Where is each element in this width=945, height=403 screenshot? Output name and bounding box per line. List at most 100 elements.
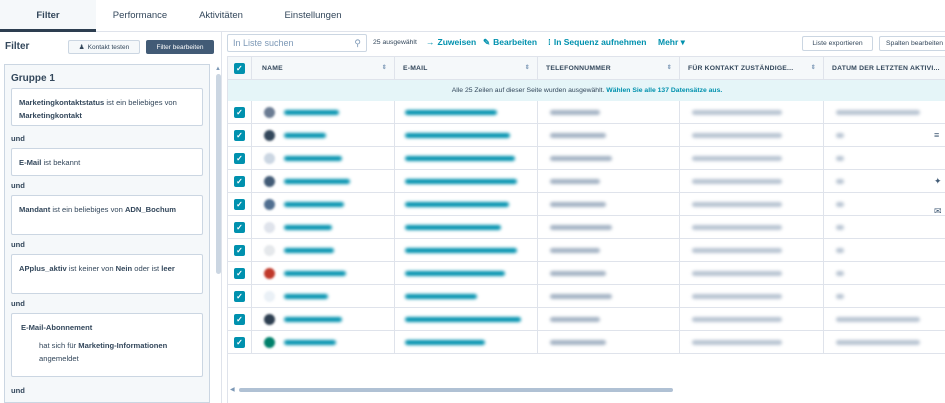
scroll-left-icon[interactable]: ◀: [230, 386, 235, 393]
filter-scrollbar[interactable]: ▲: [214, 66, 222, 400]
cell-name[interactable]: [252, 216, 395, 239]
column-header[interactable]: E-MAIL ⇕: [395, 57, 538, 80]
table-row[interactable]: ✓: [228, 331, 945, 354]
table-row[interactable]: ✓: [228, 239, 945, 262]
blurred-contact-name[interactable]: [284, 248, 334, 253]
row-checkbox[interactable]: ✓: [234, 291, 245, 302]
search-icon[interactable]: ⚲: [354, 38, 361, 49]
blurred-contact-name[interactable]: [284, 225, 332, 230]
cell-email[interactable]: [395, 308, 538, 331]
cell-name[interactable]: [252, 101, 395, 124]
row-checkbox[interactable]: ✓: [234, 268, 245, 279]
table-horizontal-scrollbar[interactable]: ◀: [227, 385, 945, 395]
column-header[interactable]: TELEFONNUMMER ⇕: [538, 57, 680, 80]
sort-icon[interactable]: ⇕: [525, 57, 530, 80]
mehr-action[interactable]: Mehr ▾: [658, 37, 685, 48]
cell-name[interactable]: [252, 124, 395, 147]
cell-name[interactable]: [252, 331, 395, 354]
bearbeiten-action[interactable]: ✎ Bearbeiten: [483, 37, 537, 48]
blurred-email[interactable]: [405, 202, 509, 207]
cell-email[interactable]: [395, 239, 538, 262]
cell-email[interactable]: [395, 124, 538, 147]
edit-columns-button[interactable]: Spalten bearbeiten: [879, 36, 945, 51]
blurred-contact-name[interactable]: [284, 110, 339, 115]
cell-name[interactable]: [252, 193, 395, 216]
select-all-records-link[interactable]: Wählen Sie alle 137 Datensätze aus.: [606, 87, 722, 94]
blurred-email[interactable]: [405, 248, 517, 253]
blurred-email[interactable]: [405, 271, 505, 276]
export-list-button[interactable]: Liste exportieren: [802, 36, 873, 51]
grid-icon[interactable]: ≡: [934, 130, 939, 140]
chat-icon[interactable]: ✉: [934, 206, 942, 217]
cell-email[interactable]: [395, 216, 538, 239]
filter-condition[interactable]: Mandant ist ein beliebiges von ADN_Bochu…: [11, 195, 203, 235]
sort-icon[interactable]: ⇕: [382, 57, 387, 80]
sparkle-icon[interactable]: ✦: [934, 176, 942, 187]
column-header[interactable]: FÜR KONTAKT ZUSTÄNDIGE... ⇕: [680, 57, 824, 80]
cell-email[interactable]: [395, 147, 538, 170]
blurred-contact-name[interactable]: [284, 133, 326, 138]
row-checkbox[interactable]: ✓: [234, 314, 245, 325]
filter-condition[interactable]: APplus_aktiv ist keiner von Nein oder is…: [11, 254, 203, 294]
blurred-contact-name[interactable]: [284, 271, 346, 276]
tab-aktivitäten[interactable]: Aktivitäten: [184, 0, 258, 32]
scroll-up-icon[interactable]: ▲: [215, 66, 221, 72]
row-checkbox[interactable]: ✓: [234, 176, 245, 187]
sort-icon[interactable]: ⇕: [811, 57, 816, 80]
blurred-contact-name[interactable]: [284, 294, 328, 299]
column-header[interactable]: NAME ⇕: [252, 57, 395, 80]
table-row[interactable]: ✓: [228, 124, 945, 147]
table-row[interactable]: ✓: [228, 308, 945, 331]
horizontal-scrollbar-thumb[interactable]: [239, 388, 673, 392]
zuweisen-action[interactable]: → Zuweisen: [426, 37, 476, 47]
blurred-email[interactable]: [405, 294, 477, 299]
search-box[interactable]: ⚲: [227, 34, 367, 52]
filter-condition[interactable]: E-Mail ist bekannt: [11, 148, 203, 176]
blurred-contact-name[interactable]: [284, 340, 336, 345]
cell-email[interactable]: [395, 331, 538, 354]
row-checkbox[interactable]: ✓: [234, 153, 245, 164]
filter-condition[interactable]: E-Mail-Abonnement hat sich für Marketing-…: [11, 313, 203, 377]
column-header[interactable]: DATUM DER LETZTEN AKTIVI...: [824, 57, 945, 80]
cell-name[interactable]: [252, 285, 395, 308]
table-row[interactable]: ✓: [228, 193, 945, 216]
cell-name[interactable]: [252, 239, 395, 262]
search-input[interactable]: [228, 35, 346, 51]
row-checkbox[interactable]: ✓: [234, 222, 245, 233]
cell-email[interactable]: [395, 262, 538, 285]
filter-condition[interactable]: Marketingkontaktstatus ist ein beliebige…: [11, 88, 203, 126]
blurred-email[interactable]: [405, 110, 497, 115]
cell-email[interactable]: [395, 170, 538, 193]
blurred-email[interactable]: [405, 133, 510, 138]
blurred-email[interactable]: [405, 225, 501, 230]
blurred-contact-name[interactable]: [284, 202, 344, 207]
blurred-email[interactable]: [405, 179, 517, 184]
cell-name[interactable]: [252, 147, 395, 170]
tab-filter[interactable]: Filter: [0, 0, 96, 32]
row-checkbox[interactable]: ✓: [234, 199, 245, 210]
select-all-checkbox[interactable]: ✓: [234, 63, 245, 74]
cell-email[interactable]: [395, 193, 538, 216]
tab-einstellungen[interactable]: Einstellungen: [258, 0, 368, 32]
table-row[interactable]: ✓: [228, 285, 945, 308]
cell-name[interactable]: [252, 262, 395, 285]
table-row[interactable]: ✓: [228, 262, 945, 285]
blurred-email[interactable]: [405, 156, 515, 161]
cell-name[interactable]: [252, 308, 395, 331]
in-sequenz-aufnehmen-action[interactable]: ⁞ In Sequenz aufnehmen: [548, 37, 646, 47]
table-row[interactable]: ✓: [228, 101, 945, 124]
blurred-contact-name[interactable]: [284, 156, 342, 161]
blurred-email[interactable]: [405, 317, 521, 322]
cell-email[interactable]: [395, 285, 538, 308]
test-contact-button[interactable]: ♟ Kontakt testen: [68, 40, 140, 54]
cell-name[interactable]: [252, 170, 395, 193]
table-row[interactable]: ✓: [228, 147, 945, 170]
scrollbar-thumb[interactable]: [216, 74, 221, 274]
row-checkbox[interactable]: ✓: [234, 245, 245, 256]
blurred-contact-name[interactable]: [284, 179, 350, 184]
row-checkbox[interactable]: ✓: [234, 107, 245, 118]
table-row[interactable]: ✓: [228, 216, 945, 239]
table-row[interactable]: ✓: [228, 170, 945, 193]
row-checkbox[interactable]: ✓: [234, 337, 245, 348]
blurred-contact-name[interactable]: [284, 317, 342, 322]
